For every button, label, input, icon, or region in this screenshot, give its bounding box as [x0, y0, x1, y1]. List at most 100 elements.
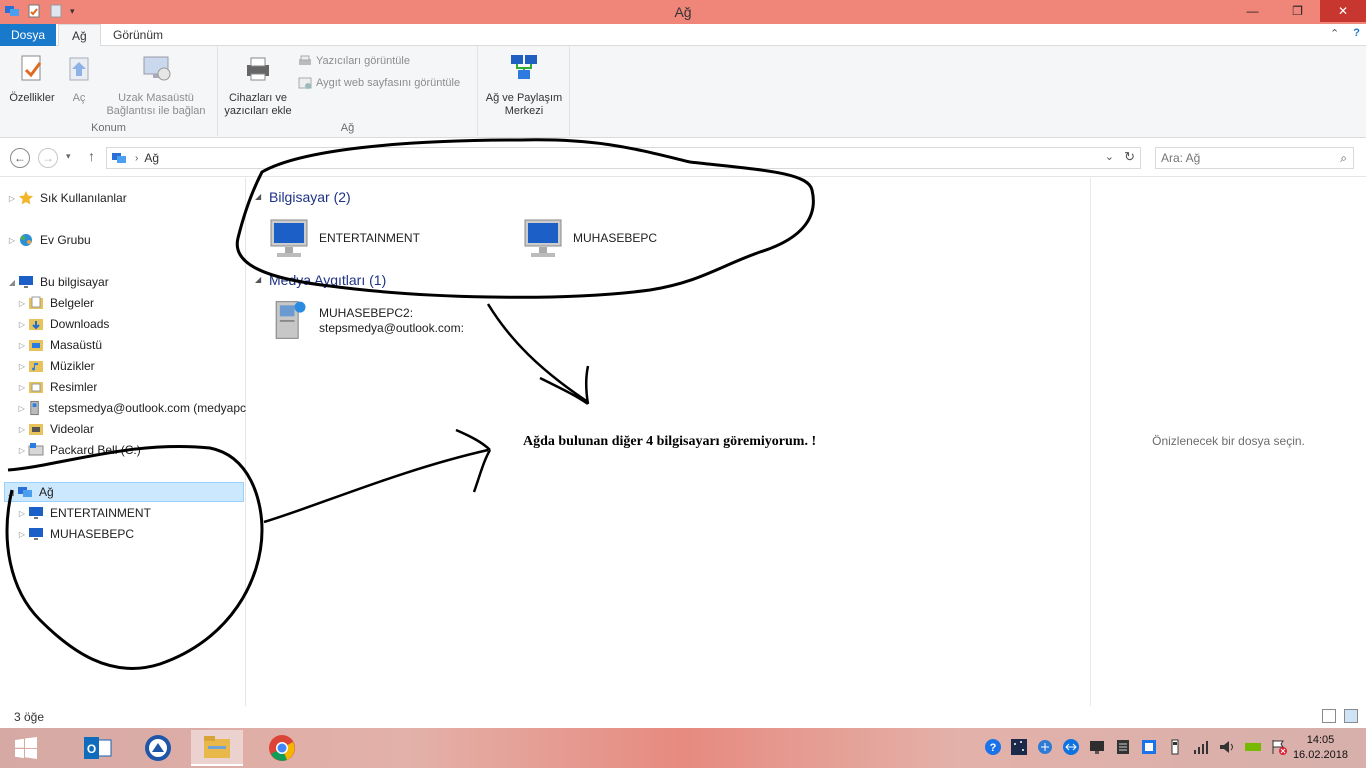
close-button[interactable]: ✕ [1320, 0, 1366, 22]
drive-icon [28, 443, 44, 456]
media-device-item[interactable]: MUHASEBEPC2: stepsmedya@outlook.com: [265, 298, 464, 342]
open-button[interactable]: Aç [62, 50, 96, 105]
taskbar-chrome[interactable] [256, 730, 308, 766]
remote-desktop-icon [143, 56, 171, 81]
help-icon[interactable]: ? [1353, 27, 1360, 40]
homegroup-icon [20, 234, 32, 246]
usb-tray-icon[interactable] [1166, 738, 1184, 756]
flag-tray-icon[interactable] [1270, 738, 1288, 756]
tab-network[interactable]: Ağ [58, 24, 101, 47]
computer-item-entertainment[interactable]: ENTERTAINMENT [265, 216, 420, 260]
group-collapse-icon[interactable]: ◢ [255, 192, 261, 201]
refresh-icon[interactable]: ↻ [1124, 149, 1135, 165]
preview-message: Önizlenecek bir dosya seçin. [1152, 434, 1305, 448]
expand-arrow-icon[interactable]: ▷ [16, 320, 28, 329]
nav-network[interactable]: ◢ Ağ [4, 482, 244, 502]
network-group-label: Ağ [340, 122, 355, 134]
minimize-button[interactable]: — [1230, 0, 1275, 22]
maximize-button[interactable]: ❐ [1275, 0, 1320, 22]
nav-favorites[interactable]: ▷ Sık Kullanılanlar [6, 188, 127, 208]
keyboard-tray-icon[interactable] [1140, 738, 1158, 756]
expand-arrow-icon[interactable]: ▷ [6, 236, 18, 245]
expand-arrow-icon[interactable]: ▷ [16, 341, 28, 350]
volume-tray-icon[interactable] [1218, 738, 1236, 756]
expand-arrow-icon[interactable]: ▷ [6, 194, 18, 203]
collapse-ribbon-icon[interactable]: ⌃ [1330, 27, 1339, 40]
taskbar-file-explorer[interactable] [191, 730, 243, 766]
help-tray-icon[interactable]: ? [984, 738, 1002, 756]
star-icon [19, 191, 33, 205]
item-count: 3 öğe [14, 710, 45, 724]
network-status-tray-icon[interactable] [1036, 738, 1054, 756]
back-button[interactable]: ← [10, 148, 30, 168]
expand-arrow-icon[interactable]: ▷ [16, 404, 27, 413]
location-group: Özellikler Aç Uzak Masaüstü Bağlantısı i… [0, 46, 218, 136]
breadcrumb-network[interactable]: Ağ [144, 151, 159, 165]
signal-tray-icon[interactable] [1192, 738, 1210, 756]
expand-arrow-icon[interactable]: ▷ [16, 383, 28, 392]
group-header-computers[interactable]: Bilgisayar (2) [269, 189, 351, 205]
monitor-tray-icon[interactable] [1088, 738, 1106, 756]
expand-arrow-icon[interactable]: ▷ [16, 530, 28, 539]
storage-tray-icon[interactable] [1114, 738, 1132, 756]
address-row: ← → ▾ ↑ › Ağ ⌄ ↻ ⌕ [0, 139, 1366, 177]
nav-network-pc-entertainment[interactable]: ▷ ENTERTAINMENT [16, 503, 151, 523]
collapse-arrow-icon[interactable]: ◢ [6, 278, 18, 287]
search-box[interactable]: ⌕ [1155, 147, 1354, 169]
computer-icon [19, 276, 33, 288]
properties-button[interactable]: Özellikler [6, 50, 58, 105]
view-device-webpage-button[interactable]: Aygıt web sayfasını görüntüle [298, 76, 460, 90]
up-button[interactable]: ↑ [88, 148, 95, 164]
details-view-icon[interactable] [1322, 709, 1336, 723]
location-group-label: Konum [91, 122, 126, 134]
network-icon [18, 487, 32, 497]
nav-videos[interactable]: ▷ Videolar [16, 419, 94, 439]
app-logo-icon [145, 735, 171, 761]
nav-media-server[interactable]: ▷ stepsmedya@outlook.com (medyapc [16, 398, 246, 418]
view-printers-button[interactable]: Yazıcıları görüntüle [298, 54, 410, 68]
taskbar-clock[interactable]: 14:05 16.02.2018 [1293, 733, 1348, 763]
group-header-media[interactable]: Medya Aygıtları (1) [269, 272, 386, 288]
documents-folder-icon [29, 296, 43, 309]
forward-arrow-icon: → [42, 151, 54, 165]
expand-arrow-icon[interactable]: ▷ [16, 362, 28, 371]
search-icon[interactable]: ⌕ [1340, 151, 1347, 166]
nav-pictures[interactable]: ▷ Resimler [16, 377, 97, 397]
expand-arrow-icon[interactable]: ▷ [16, 299, 28, 308]
nav-homegroup[interactable]: ▷ Ev Grubu [6, 230, 91, 250]
start-button[interactable] [0, 730, 52, 766]
nav-drive-c[interactable]: ▷ Packard Bell (C:) [16, 440, 141, 460]
group-collapse-icon[interactable]: ◢ [255, 275, 261, 284]
nav-downloads[interactable]: ▷ Downloads [16, 314, 109, 334]
expand-arrow-icon[interactable]: ▷ [16, 425, 28, 434]
annotation-text: Ağda bulunan diğer 4 bilgisayarı göremiy… [523, 434, 817, 449]
add-devices-button[interactable]: Cihazları ve yazıcıları ekle [222, 50, 294, 118]
nav-music[interactable]: ▷ Müzikler [16, 356, 95, 376]
tab-file[interactable]: Dosya [0, 24, 56, 46]
nav-this-pc[interactable]: ◢ Bu bilgisayar [6, 272, 109, 292]
nav-desktop[interactable]: ▷ Masaüstü [16, 335, 102, 355]
breadcrumb-chevron-icon[interactable]: › [135, 153, 138, 164]
address-dropdown-icon[interactable]: ⌄ [1105, 150, 1114, 163]
computer-monitor-icon [270, 219, 308, 257]
address-bar[interactable]: › Ağ ⌄ ↻ [106, 147, 1141, 169]
taskbar-app[interactable] [132, 730, 184, 766]
tab-view[interactable]: Görünüm [100, 24, 176, 46]
forward-button[interactable]: → [38, 148, 58, 168]
nav-network-pc-muhasebepc[interactable]: ▷ MUHASEBEPC [16, 524, 134, 544]
teamviewer-tray-icon[interactable] [1062, 738, 1080, 756]
expand-arrow-icon[interactable]: ▷ [16, 509, 28, 518]
large-icons-view-icon[interactable] [1344, 709, 1358, 723]
remote-desktop-button[interactable]: Uzak Masaüstü Bağlantısı ile bağlan [100, 50, 212, 118]
network-sharing-center-button[interactable]: Ağ ve Paylaşım Merkezi [482, 50, 566, 118]
computer-item-muhasebepc[interactable]: MUHASEBEPC [519, 216, 657, 260]
collapse-arrow-icon[interactable]: ◢ [5, 488, 17, 497]
recent-locations-dropdown[interactable]: ▾ [66, 151, 71, 162]
taskbar-outlook[interactable]: O [72, 730, 124, 766]
sparkle-tray-icon[interactable] [1010, 738, 1028, 756]
nav-documents[interactable]: ▷ Belgeler [16, 293, 94, 313]
computer-icon [29, 528, 43, 540]
search-input[interactable] [1156, 148, 1326, 168]
expand-arrow-icon[interactable]: ▷ [16, 446, 28, 455]
nvidia-tray-icon[interactable] [1244, 738, 1262, 756]
